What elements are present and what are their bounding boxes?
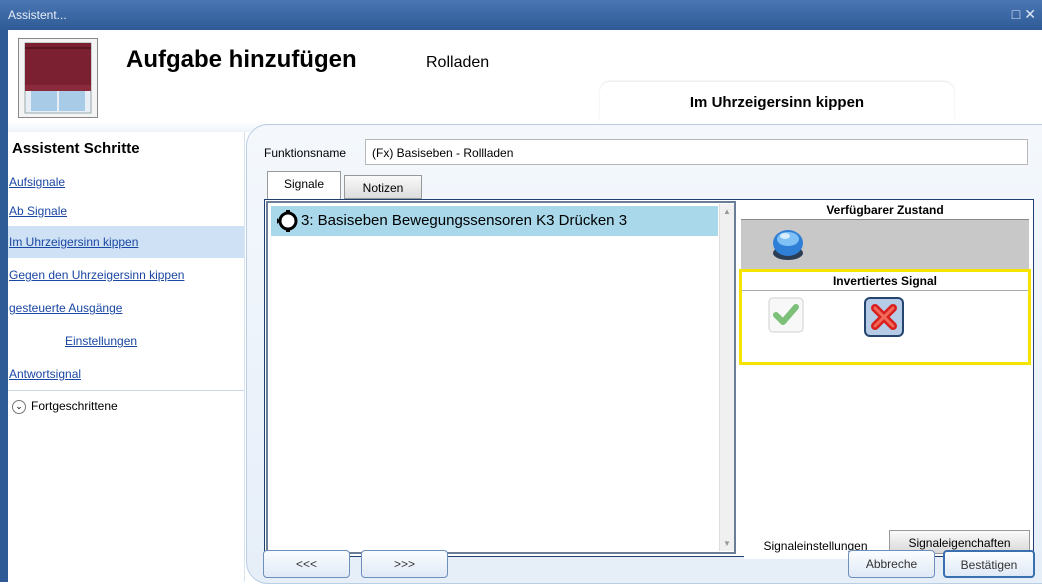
- previous-button[interactable]: <<<: [263, 550, 350, 578]
- maximize-icon[interactable]: □: [1012, 6, 1024, 22]
- signal-list-scrollbar[interactable]: ▲ ▼: [719, 204, 734, 551]
- sidebar-item-ab-signale[interactable]: Ab Signale: [8, 195, 244, 227]
- confirm-button[interactable]: Bestätigen: [943, 550, 1035, 578]
- sidebar-item-label: Antwortsignal: [9, 367, 82, 381]
- sidebar-item-label: Gegen den Uhrzeigersinn kippen: [9, 268, 185, 282]
- scroll-up-icon[interactable]: ▲: [723, 207, 731, 216]
- window-frame-left: [0, 30, 8, 582]
- advanced-toggle[interactable]: ⌄ Fortgeschrittene: [8, 390, 244, 421]
- sidebar-title: Assistent Schritte: [12, 140, 140, 157]
- inverted-signal-title: Invertiertes Signal: [742, 272, 1028, 291]
- page-subtitle: Rolladen: [426, 54, 490, 71]
- sidebar-item-gegen-den-uhrzeigersinn-kippen[interactable]: Gegen den Uhrzeigersinn kippen: [8, 259, 244, 291]
- function-name-field[interactable]: (Fx) Basiseben - Rollladen: [365, 139, 1028, 165]
- tab-notizen[interactable]: Notizen: [344, 175, 422, 199]
- sidebar-item-gesteuerte-ausgaenge[interactable]: gesteuerte Ausgänge: [8, 292, 244, 324]
- check-icon[interactable]: [768, 297, 804, 333]
- sidebar-item-label: Im Uhrzeigersinn kippen: [9, 235, 139, 249]
- sidebar-item-label: Ab Signale: [9, 204, 68, 218]
- blue-push-button-icon[interactable]: [771, 228, 805, 262]
- cancel-button[interactable]: Abbreche: [848, 550, 935, 578]
- window-title: Assistent...: [8, 8, 67, 22]
- signal-list-item[interactable]: 3: Basiseben Bewegungssensoren K3 Drücke…: [271, 206, 718, 236]
- cross-icon[interactable]: [864, 297, 904, 337]
- signal-label: 3: Basiseben Bewegungssensoren K3 Drücke…: [301, 212, 628, 229]
- tab-signale[interactable]: Signale: [267, 171, 341, 200]
- sidebar-item-einstellungen[interactable]: Einstellungen: [8, 325, 244, 357]
- sidebar-item-im-uhrzeigersinn-kippen[interactable]: Im Uhrzeigersinn kippen: [8, 226, 244, 258]
- sidebar-item-aufsignale[interactable]: Aufsignale: [8, 166, 244, 198]
- next-button[interactable]: >>>: [361, 550, 448, 578]
- close-icon[interactable]: ✕: [1024, 6, 1040, 22]
- available-state-title: Verfügbarer Zustand: [741, 201, 1029, 220]
- scroll-down-icon[interactable]: ▼: [723, 539, 731, 548]
- window-controls[interactable]: □✕: [1012, 6, 1040, 23]
- sidebar-item-antwortsignal[interactable]: Antwortsignal: [8, 358, 244, 390]
- window-title-bar: Assistent... □✕: [0, 0, 1042, 30]
- chevron-down-icon: ⌄: [12, 399, 26, 414]
- motion-sensor-icon: [277, 210, 298, 232]
- function-name-label: Funktionsname: [264, 146, 347, 160]
- sidebar-item-label: gesteuerte Ausgänge: [9, 301, 123, 315]
- sidebar-item-label: Aufsignale: [9, 175, 66, 189]
- signal-list: [266, 201, 736, 554]
- advanced-label: Fortgeschrittene: [31, 399, 118, 413]
- page-title: Aufgabe hinzufügen: [126, 46, 357, 73]
- roller-shutter-icon: [18, 38, 98, 118]
- current-step-tab: Im Uhrzeigersinn kippen: [600, 82, 954, 122]
- sidebar-item-label: Einstellungen: [65, 334, 138, 348]
